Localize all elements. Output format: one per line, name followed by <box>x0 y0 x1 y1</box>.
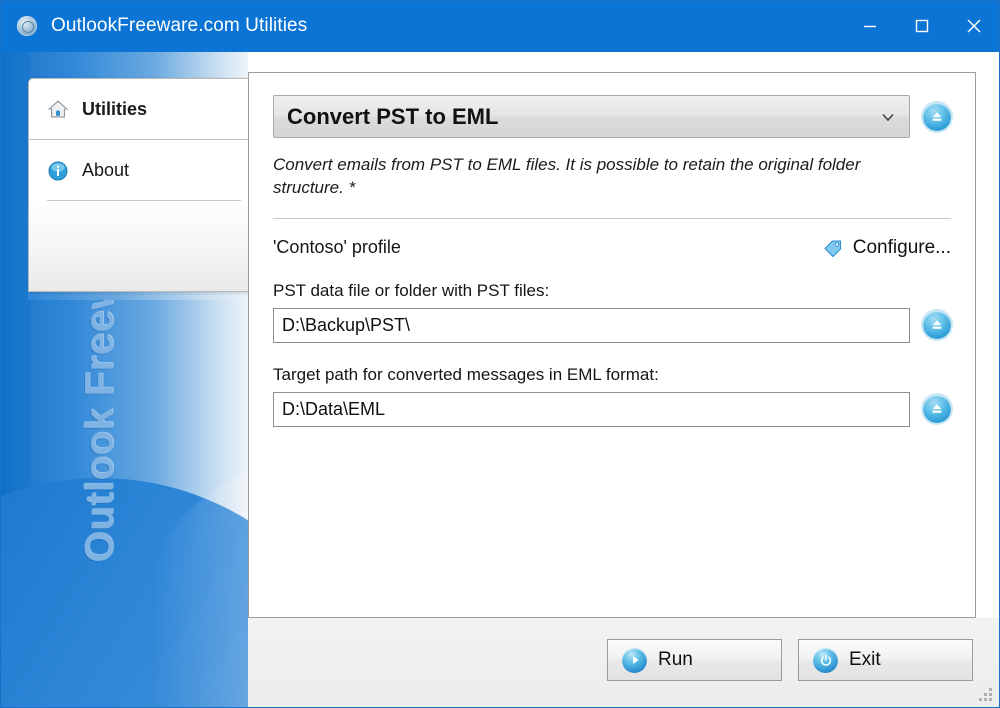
resize-grip[interactable] <box>979 688 993 702</box>
pst-source-browse-button[interactable] <box>923 311 951 340</box>
window-controls <box>844 0 1000 52</box>
eml-target-label: Target path for converted messages in EM… <box>273 364 659 384</box>
exit-button-label: Exit <box>849 649 881 670</box>
configure-link[interactable]: Configure... <box>822 237 951 259</box>
footer-buttons: Run Exit <box>607 639 973 681</box>
title-bar: OutlookFreeware.com Utilities <box>0 0 1000 52</box>
tab-separator <box>47 200 241 201</box>
run-button[interactable]: Run <box>607 639 782 681</box>
play-icon <box>622 647 647 673</box>
sidebar-item-utilities[interactable]: Utilities <box>29 79 251 140</box>
profile-row: 'Contoso' profile Configure... <box>273 237 951 259</box>
sidebar-item-label: Utilities <box>82 98 148 119</box>
profile-label: 'Contoso' profile <box>273 237 401 258</box>
app-globe-icon <box>17 16 37 36</box>
tab-list: Utilities About <box>28 78 251 292</box>
info-icon <box>47 160 69 182</box>
utility-description: Convert emails from PST to EML files. It… <box>273 155 861 197</box>
utility-eject-button[interactable] <box>923 102 951 131</box>
pst-source-row: D:\Backup\PST\ <box>273 307 951 343</box>
power-icon <box>813 647 838 673</box>
window-title: OutlookFreeware.com Utilities <box>51 15 308 36</box>
eml-target-input[interactable]: D:\Data\EML <box>273 391 910 427</box>
maximize-button[interactable] <box>896 0 948 52</box>
utility-select-value: Convert PST to EML <box>287 103 499 129</box>
exit-button[interactable]: Exit <box>798 639 973 681</box>
utility-select[interactable]: Convert PST to EML <box>273 95 910 138</box>
minimize-button[interactable] <box>844 0 896 52</box>
pst-source-input[interactable]: D:\Backup\PST\ <box>273 307 910 343</box>
eml-target-browse-button[interactable] <box>923 395 951 424</box>
eml-target-row: D:\Data\EML <box>273 391 951 427</box>
sidebar-item-label: About <box>82 160 130 180</box>
application-window: OutlookFreeware.com Utilities Outlook Fr… <box>0 0 1000 708</box>
utility-selector-row: Convert PST to EML <box>273 95 951 138</box>
content-divider <box>273 217 951 219</box>
run-button-label: Run <box>658 649 693 670</box>
pst-source-label: PST data file or folder with PST files: <box>273 280 550 300</box>
configure-label: Configure... <box>852 236 951 258</box>
main-content-panel: Convert PST to EML Convert emails from P… <box>248 72 976 618</box>
tag-icon <box>822 237 844 259</box>
close-button[interactable] <box>948 0 1000 52</box>
chevron-down-icon <box>879 108 897 126</box>
sidebar-item-about[interactable]: About <box>29 140 251 201</box>
home-icon <box>47 98 69 120</box>
